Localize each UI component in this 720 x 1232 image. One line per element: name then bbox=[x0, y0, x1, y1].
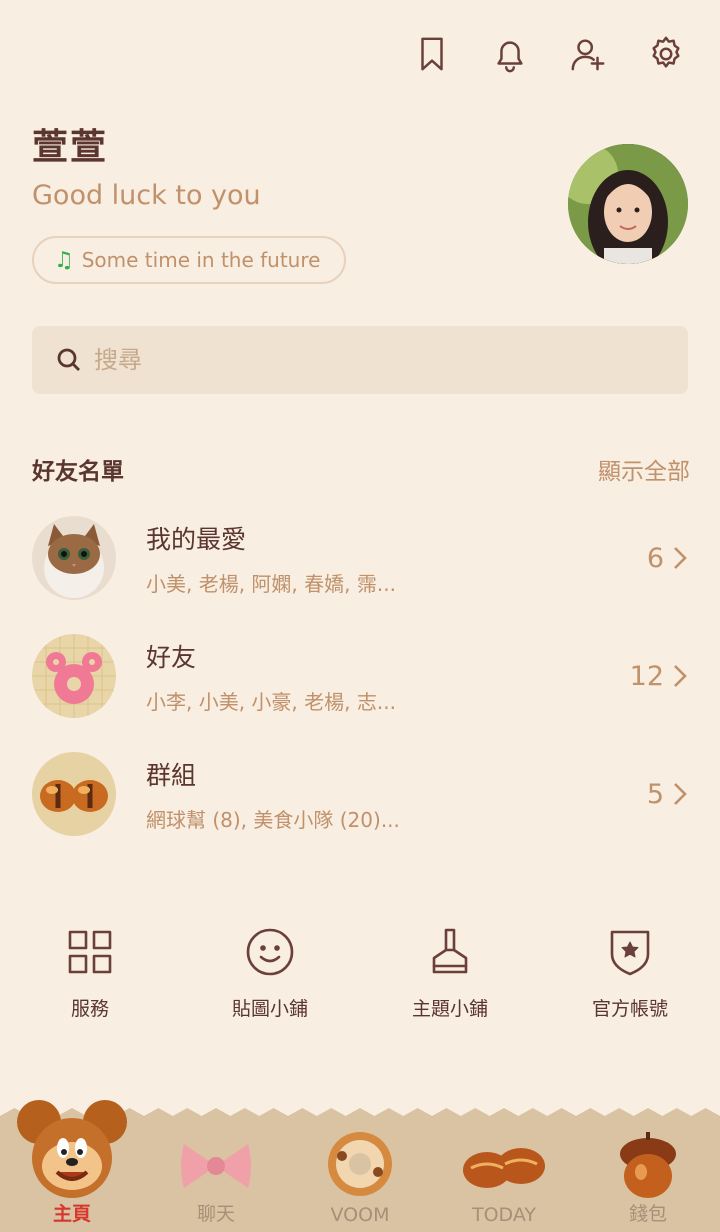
tab-chat[interactable]: 聊天 bbox=[144, 1122, 288, 1232]
theme-shop-label: 主題小鋪 bbox=[411, 998, 488, 1020]
services-button[interactable]: 服務 bbox=[0, 926, 180, 1021]
acorn-icon bbox=[620, 1132, 676, 1198]
sticker-shop-button[interactable]: 貼圖小鋪 bbox=[180, 926, 360, 1021]
tab-wallet-label: 錢包 bbox=[628, 1203, 667, 1225]
profile-music-pill[interactable]: ♫ Some time in the future bbox=[32, 236, 347, 284]
friend-group-count: 12 bbox=[629, 660, 664, 692]
friend-group-groups[interactable]: 群組 網球幫 (8), 美食小隊 (20)... 5 bbox=[32, 750, 688, 838]
friend-group-members: 網球幫 (8), 美食小隊 (20)... bbox=[146, 807, 400, 832]
friend-group-favorites[interactable]: 我的最愛 小美, 老楊, 阿嫻, 春嬌, 霈... 6 bbox=[32, 514, 688, 602]
services-label: 服務 bbox=[70, 998, 109, 1020]
tab-voom[interactable]: VOOM bbox=[288, 1122, 432, 1232]
tab-wallet[interactable]: 錢包 bbox=[576, 1122, 720, 1232]
show-all-link[interactable]: 顯示全部 bbox=[598, 452, 690, 486]
donut-icon bbox=[328, 1132, 392, 1196]
friends-thumbnail bbox=[32, 634, 116, 718]
friend-group-members: 小美, 老楊, 阿嫻, 春嬌, 霈... bbox=[146, 571, 396, 596]
avatar-photo bbox=[568, 144, 688, 264]
favorites-thumbnail bbox=[32, 516, 116, 600]
sticker-shop-label: 貼圖小鋪 bbox=[231, 998, 308, 1020]
friend-group-title: 好友 bbox=[146, 642, 197, 672]
friend-group-title: 群組 bbox=[146, 760, 197, 790]
tab-home-label: 主頁 bbox=[52, 1203, 91, 1225]
gear-icon bbox=[652, 36, 680, 68]
peanut-icon bbox=[463, 1148, 545, 1188]
profile-name[interactable]: 萱萱 bbox=[32, 118, 108, 170]
official-accounts-button[interactable]: 官方帳號 bbox=[540, 926, 720, 1021]
groups-thumbnail bbox=[32, 752, 116, 836]
chevron-right-icon bbox=[674, 665, 687, 687]
search-bar[interactable] bbox=[32, 326, 688, 394]
tab-chat-label: 聊天 bbox=[196, 1203, 235, 1225]
friend-group-title: 我的最愛 bbox=[146, 524, 247, 554]
add-friend-button[interactable] bbox=[568, 32, 608, 76]
mickey-cookie-icon bbox=[17, 1100, 127, 1198]
search-input[interactable] bbox=[94, 346, 594, 374]
friend-group-members: 小李, 小美, 小豪, 老楊, 志... bbox=[146, 689, 396, 714]
bookmark-button[interactable] bbox=[412, 32, 452, 76]
friends-section-title: 好友名單 bbox=[32, 459, 124, 485]
friend-group-friends[interactable]: 好友 小李, 小美, 小豪, 老楊, 志... 12 bbox=[32, 632, 688, 720]
grid-icon bbox=[68, 930, 112, 974]
tab-today-label: TODAY bbox=[472, 1204, 536, 1226]
search-icon bbox=[57, 348, 80, 371]
settings-button[interactable] bbox=[646, 32, 686, 76]
tab-voom-label: VOOM bbox=[330, 1204, 390, 1226]
official-accounts-label: 官方帳號 bbox=[591, 998, 668, 1020]
top-toolbar bbox=[412, 32, 686, 76]
bell-icon bbox=[497, 41, 523, 73]
profile-avatar[interactable] bbox=[568, 144, 688, 264]
friend-group-count: 6 bbox=[646, 542, 664, 574]
profile-music-title: Some time in the future bbox=[81, 248, 321, 272]
profile-status-message[interactable]: Good luck to you bbox=[32, 180, 261, 211]
notifications-button[interactable] bbox=[490, 32, 530, 76]
theme-shop-button[interactable]: 主題小鋪 bbox=[360, 926, 540, 1021]
shield-star-icon bbox=[610, 930, 650, 976]
bookmark-icon bbox=[421, 37, 443, 71]
music-note-icon: ♫ bbox=[54, 247, 74, 273]
add-friend-icon bbox=[571, 39, 605, 71]
tab-home[interactable]: 主頁 bbox=[0, 1100, 144, 1232]
chevron-right-icon bbox=[674, 547, 687, 569]
chevron-right-icon bbox=[674, 783, 687, 805]
tab-today[interactable]: TODAY bbox=[432, 1122, 576, 1232]
friend-group-count: 5 bbox=[646, 778, 664, 810]
services-row: 服務 貼圖小鋪 主題小鋪 官方帳號 bbox=[0, 926, 720, 1021]
brush-icon bbox=[432, 928, 468, 974]
bow-cookie-icon bbox=[181, 1144, 251, 1188]
smiley-icon bbox=[246, 928, 294, 976]
